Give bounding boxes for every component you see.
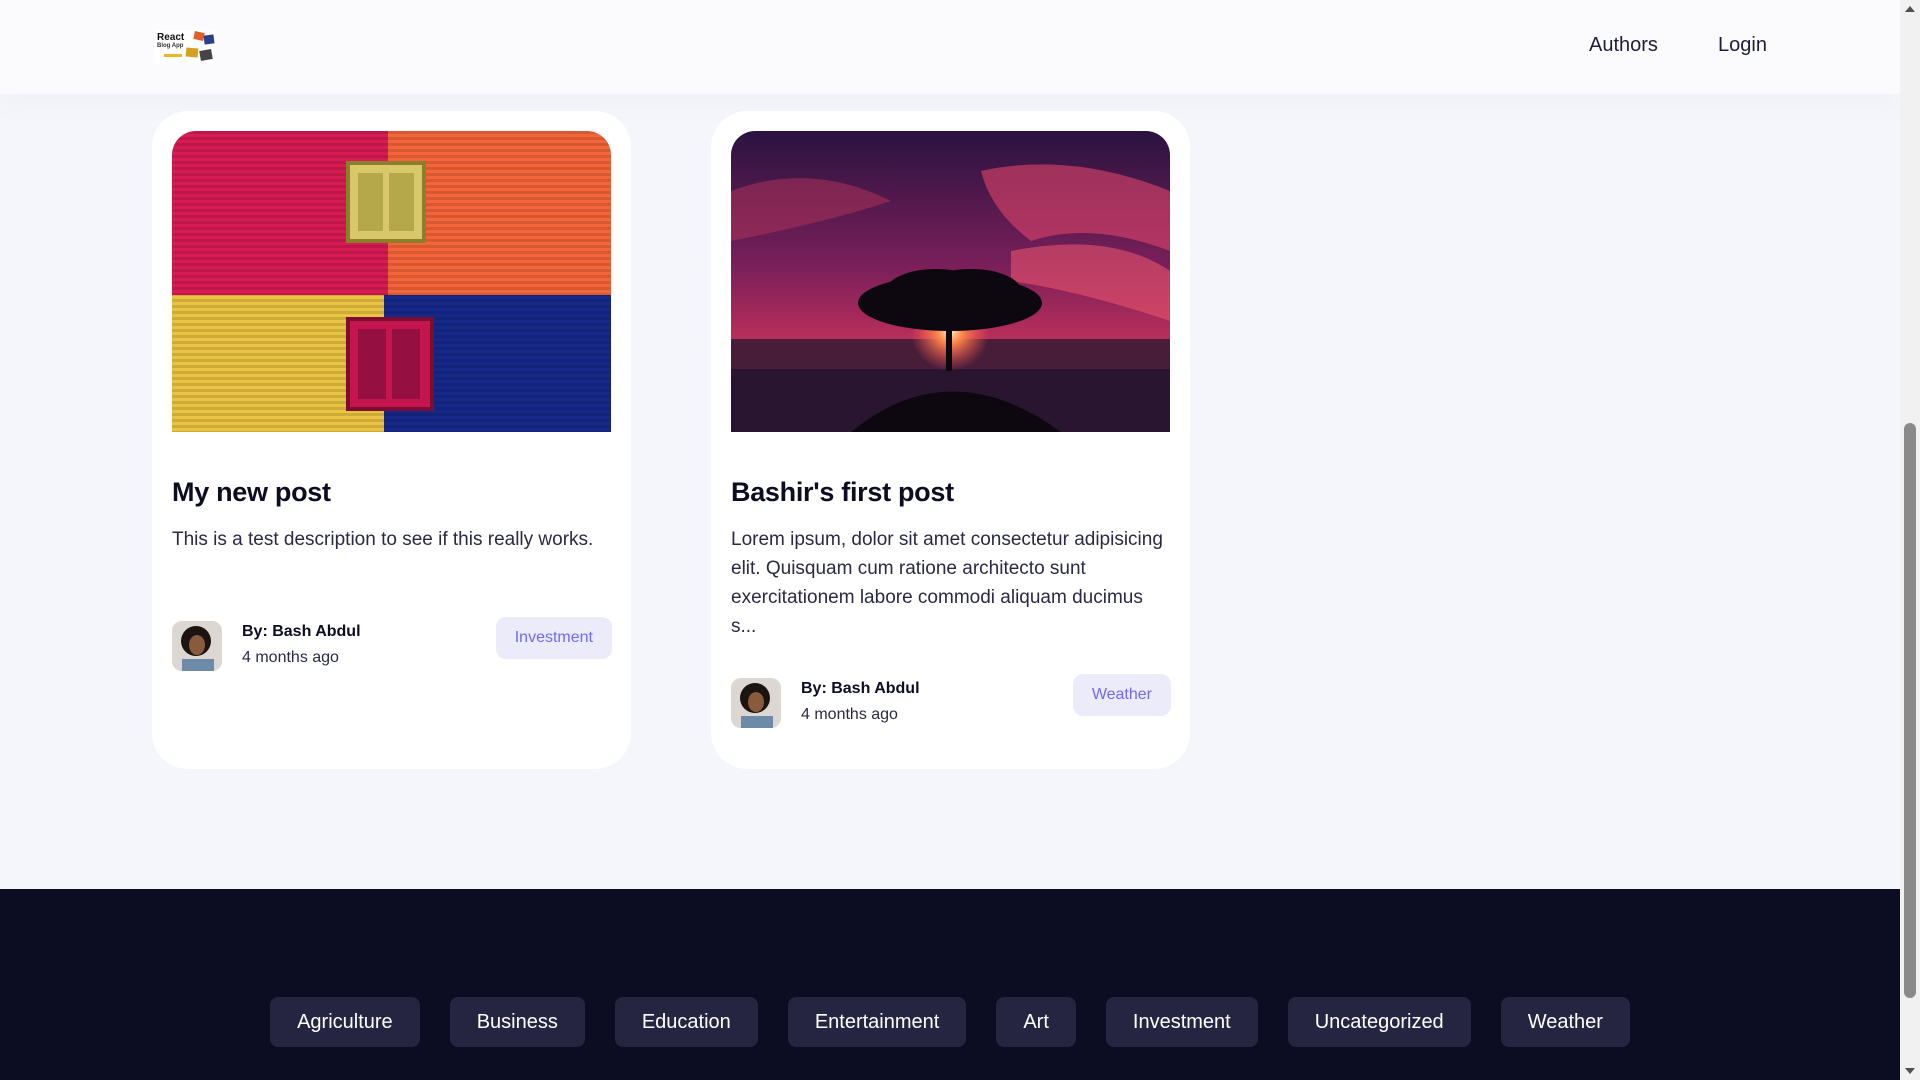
footer-category-entertainment[interactable]: Entertainment (787, 997, 967, 1047)
post-description: This is a test description to see if thi… (172, 529, 594, 550)
category-tag[interactable]: Investment (495, 617, 612, 659)
logo-image-tile (199, 49, 213, 61)
post-card: My new post This is a test description t… (152, 111, 631, 769)
footer-category-investment[interactable]: Investment (1105, 997, 1258, 1047)
logo-subtitle: Blog App (157, 43, 184, 49)
post-description: Lorem ipsum, dolor sit amet consectetur … (731, 529, 1163, 637)
footer-category-uncategorized[interactable]: Uncategorized (1287, 997, 1471, 1047)
footer-category-weather[interactable]: Weather (1500, 997, 1630, 1047)
logo[interactable]: React Blog App (154, 30, 216, 64)
avatar (731, 678, 781, 728)
post-thumbnail[interactable] (731, 131, 1170, 432)
scroll-down-arrow-icon[interactable] (1900, 1062, 1920, 1080)
author-name: By: Bash Abdul (801, 680, 920, 697)
nav-login-link[interactable]: Login (1718, 34, 1767, 57)
footer-category-business[interactable]: Business (449, 997, 585, 1047)
logo-image-tile (185, 47, 199, 58)
logo-image-tile (164, 54, 182, 57)
logo-title: React (157, 32, 185, 43)
footer: Agriculture Business Education Entertain… (0, 889, 1900, 1080)
avatar (172, 621, 222, 671)
post-author[interactable]: By: Bash Abdul 4 months ago Investment (172, 617, 612, 673)
footer-category-art[interactable]: Art (996, 997, 1076, 1047)
post-thumbnail[interactable] (172, 131, 611, 432)
footer-category-education[interactable]: Education (614, 997, 758, 1047)
footer-categories: Agriculture Business Education Entertain… (0, 997, 1900, 1047)
logo-image-tile (203, 34, 215, 45)
scrollbar-thumb[interactable] (1904, 423, 1916, 998)
post-time: 4 months ago (242, 649, 339, 666)
author-name: By: Bash Abdul (242, 623, 361, 640)
scroll-up-arrow-icon[interactable] (1900, 0, 1920, 18)
nav-authors-link[interactable]: Authors (1589, 34, 1658, 57)
post-title[interactable]: Bashir's first post (731, 477, 954, 508)
post-time: 4 months ago (801, 706, 898, 723)
top-nav: React Blog App Authors Login (0, 0, 1900, 94)
post-card: Bashir's first post Lorem ipsum, dolor s… (711, 111, 1190, 769)
post-author[interactable]: By: Bash Abdul 4 months ago Weather (731, 674, 1171, 730)
vertical-scrollbar[interactable] (1900, 0, 1920, 1080)
post-title[interactable]: My new post (172, 477, 331, 508)
footer-category-agriculture[interactable]: Agriculture (270, 997, 420, 1047)
category-tag[interactable]: Weather (1072, 674, 1171, 716)
